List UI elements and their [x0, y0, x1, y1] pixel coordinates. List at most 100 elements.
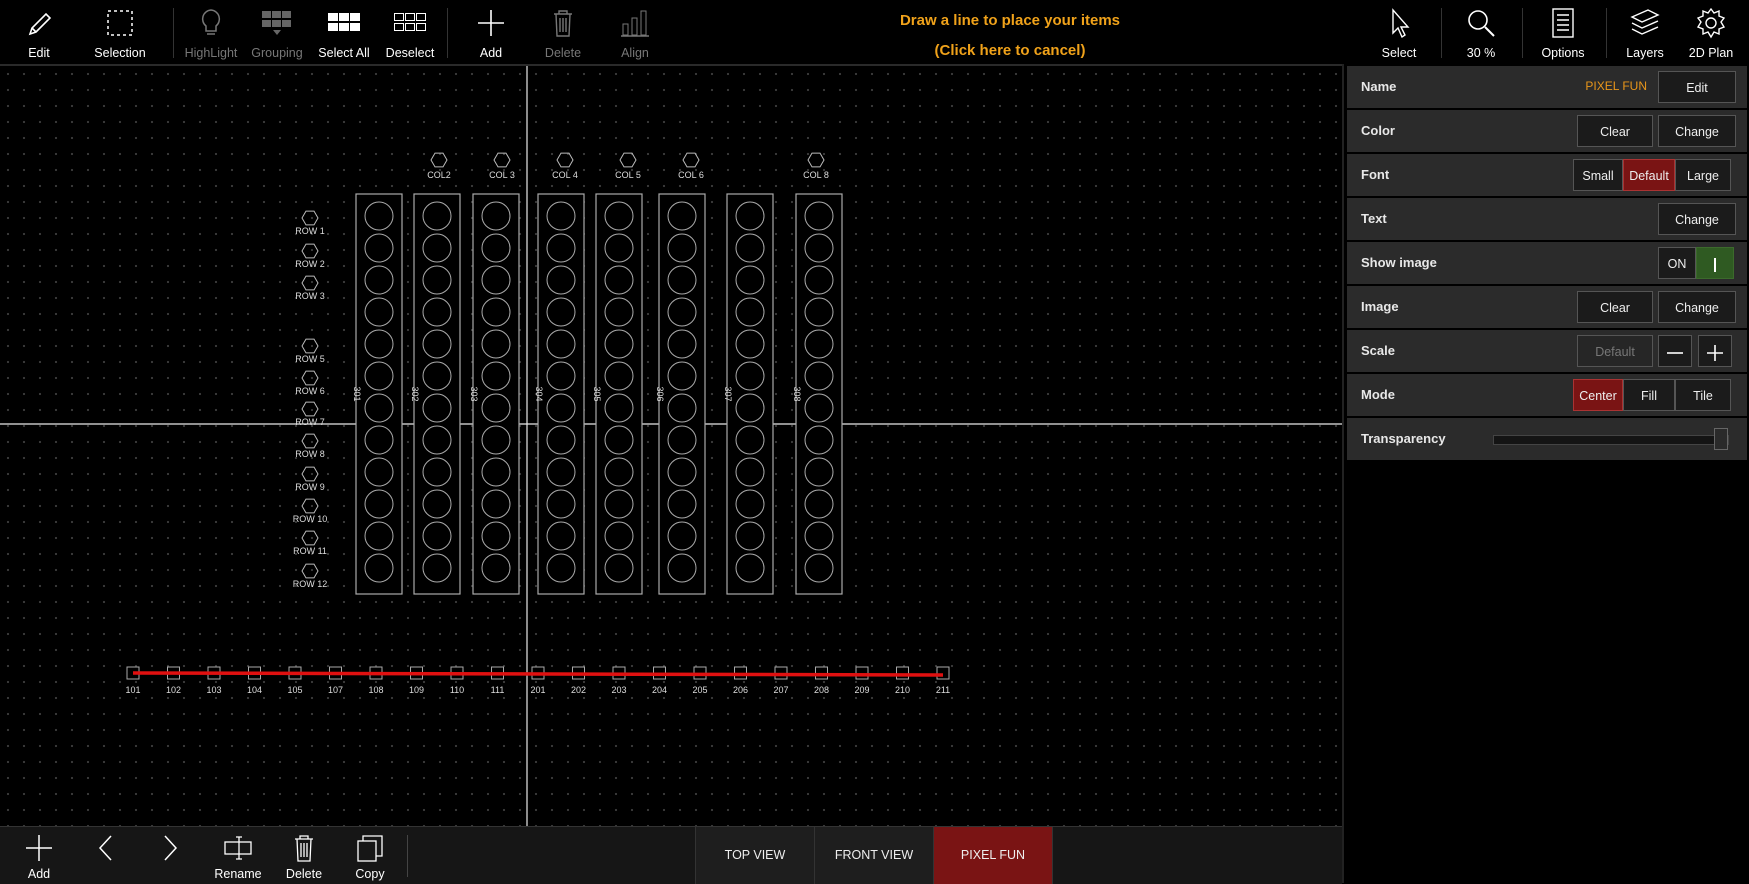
selection-button[interactable]: Selection — [86, 0, 154, 64]
show-image-row: Show image ON — [1347, 242, 1747, 286]
strip-label: 305 — [592, 386, 602, 401]
plan-canvas[interactable]: COL2 COL 3 COL 4 COL 5 COL 6 COL 8 ROW 1 ROW 2 R… — [0, 66, 1342, 826]
chevron-left-icon — [98, 835, 112, 861]
highlight-button[interactable]: HighLight — [180, 0, 242, 64]
image-clear-button[interactable]: Clear — [1577, 291, 1653, 323]
rename-icon — [224, 836, 252, 860]
deselect-button[interactable]: Deselect — [378, 0, 442, 64]
previous-view-button[interactable] — [86, 827, 126, 884]
show-image-on-text[interactable]: ON — [1658, 247, 1696, 279]
column-label: COL 3 — [489, 170, 515, 180]
show-image-label: Show image — [1361, 255, 1437, 270]
delete-view-button[interactable]: Delete — [274, 827, 334, 884]
options-button[interactable]: Options — [1532, 0, 1594, 64]
row-hex-marker — [301, 275, 319, 291]
grouping-button[interactable]: Grouping — [246, 0, 308, 64]
show-image-toggle[interactable] — [1696, 247, 1734, 279]
copy-view-button[interactable]: Copy — [340, 827, 400, 884]
color-change-button[interactable]: Change — [1658, 115, 1736, 147]
font-small-button[interactable]: Small — [1573, 159, 1623, 191]
scale-increase-button[interactable] — [1698, 335, 1732, 367]
fixture-label: 101 — [125, 685, 140, 695]
message-line-1: Draw a line to place your items — [899, 12, 1121, 29]
row-label: ROW 11 — [293, 546, 327, 556]
zoom-button[interactable]: 30 % — [1450, 0, 1512, 64]
fixture-label: 202 — [571, 685, 586, 695]
plus-icon — [1707, 344, 1723, 361]
font-default-button[interactable]: Default — [1623, 159, 1675, 191]
tab-top-view[interactable]: TOP VIEW — [695, 827, 814, 884]
grouping-icon — [262, 11, 291, 35]
fixture-label: 102 — [166, 685, 181, 695]
top-toolbar: Edit Selection HighLight Grouping Select… — [0, 0, 1749, 66]
image-change-button[interactable]: Change — [1658, 291, 1736, 323]
strip-label: 302 — [410, 386, 420, 401]
mode-tile-button[interactable]: Tile — [1675, 379, 1731, 411]
delete-view-label: Delete — [285, 867, 323, 881]
select-tool-label: Select — [1381, 46, 1417, 60]
scale-row: Scale Default — [1347, 330, 1747, 374]
fixture-label: 206 — [733, 685, 748, 695]
draw-line-cancel-message[interactable]: Draw a line to place your items (Click h… — [820, 6, 1200, 66]
toggle-bar-icon — [1714, 257, 1716, 272]
column-hex-marker — [619, 152, 637, 168]
transparency-slider[interactable] — [1493, 428, 1729, 450]
fixture-label: 207 — [773, 685, 788, 695]
name-edit-button[interactable]: Edit — [1658, 71, 1736, 103]
row-label: ROW 1 — [295, 226, 325, 236]
color-clear-button[interactable]: Clear — [1577, 115, 1653, 147]
align-button[interactable]: Align — [606, 0, 664, 64]
color-label: Color — [1361, 123, 1395, 138]
select-tool-button[interactable]: Select — [1368, 0, 1430, 64]
fixture-box — [896, 666, 909, 680]
pencil-icon — [28, 12, 52, 36]
highlight-label: HighLight — [184, 46, 238, 60]
message-line-2: (Click here to cancel) — [934, 42, 1086, 59]
fixture-label: 211 — [936, 685, 950, 695]
edit-button[interactable]: Edit — [8, 0, 70, 64]
row-hex-marker — [301, 210, 319, 226]
mode-center-button[interactable]: Center — [1573, 379, 1623, 411]
edit-label: Edit — [28, 46, 50, 60]
row-hex-marker — [301, 530, 319, 546]
name-value: PIXEL FUN — [1585, 79, 1647, 93]
lightbulb-icon — [201, 9, 221, 35]
mode-fill-button[interactable]: Fill — [1623, 379, 1675, 411]
toolbar-divider — [1522, 8, 1523, 58]
rename-view-button[interactable]: Rename — [208, 827, 268, 884]
delete-button[interactable]: Delete — [534, 0, 592, 64]
color-row: Color Clear Change — [1347, 110, 1747, 154]
add-view-label: Add — [27, 867, 51, 881]
add-button[interactable]: Add — [462, 0, 520, 64]
tab-pixel-fun[interactable]: PIXEL FUN — [933, 827, 1052, 884]
tab-front-view[interactable]: FRONT VIEW — [814, 827, 933, 884]
scale-default-button[interactable]: Default — [1577, 335, 1653, 367]
scale-label: Scale — [1361, 343, 1395, 358]
plan-drawing: COL2 COL 3 COL 4 COL 5 COL 6 COL 8 ROW 1 ROW 2 R… — [0, 66, 1342, 826]
fixture-label: 205 — [692, 685, 707, 695]
tab-strip-end — [1052, 827, 1053, 884]
fixture-label: 210 — [895, 685, 910, 695]
trash-icon — [554, 10, 572, 37]
transparency-label: Transparency — [1361, 431, 1446, 446]
minus-icon — [1667, 351, 1683, 354]
next-view-button[interactable] — [150, 827, 190, 884]
transparency-slider-thumb[interactable] — [1714, 428, 1728, 450]
toolbar-divider — [1441, 8, 1442, 58]
fixture-label: 105 — [287, 685, 302, 695]
toolbar-divider — [447, 8, 448, 58]
scale-decrease-button[interactable] — [1658, 335, 1692, 367]
2d-plan-button[interactable]: 2D Plan — [1680, 0, 1742, 64]
text-change-button[interactable]: Change — [1658, 203, 1736, 235]
font-row: Font Small Default Large — [1347, 154, 1747, 198]
fixture-box — [936, 666, 950, 680]
font-large-button[interactable]: Large — [1675, 159, 1731, 191]
column-hex-marker — [682, 152, 700, 168]
deselect-label: Deselect — [385, 46, 435, 60]
add-view-button[interactable]: Add — [10, 827, 68, 884]
toolbar-divider — [1606, 8, 1607, 58]
select-all-button[interactable]: Select All — [312, 0, 376, 64]
options-label: Options — [1541, 46, 1585, 60]
zoom-level: 30 % — [1466, 46, 1496, 60]
layers-button[interactable]: Layers — [1614, 0, 1676, 64]
